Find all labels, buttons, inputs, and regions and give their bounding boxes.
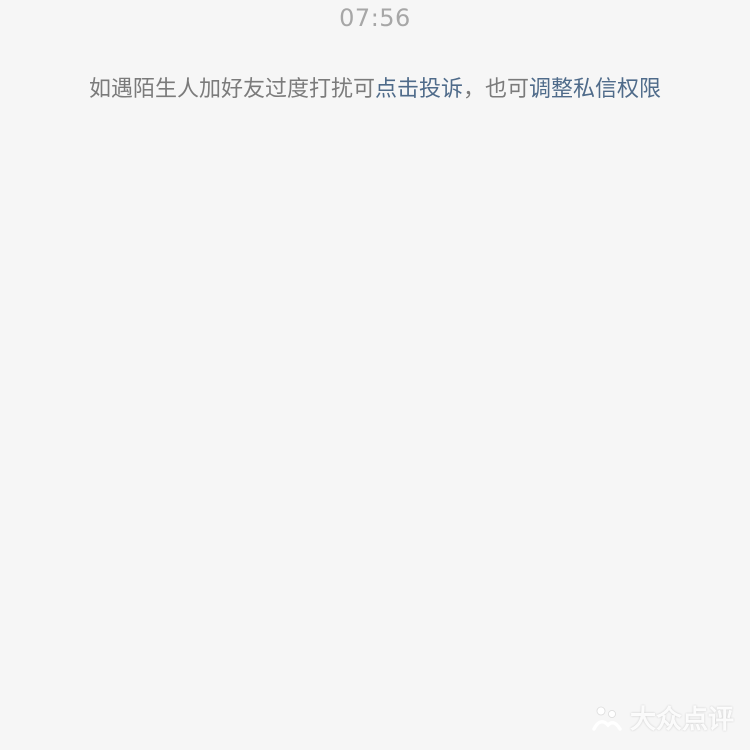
notice-prefix-text: 如遇陌生人加好友过度打扰可 [88,77,375,102]
message-timestamp: 07:56 [339,4,411,32]
notice-middle-text: ，也可 [463,77,530,102]
watermark: 大众点评 [590,699,734,736]
dianping-logo-icon [590,703,624,733]
report-link[interactable]: 点击投诉 [375,77,463,102]
adjust-privacy-link[interactable]: 调整私信权限 [529,77,661,102]
watermark-text: 大众点评 [629,705,734,735]
chat-screen: 07:56 如遇陌生人加好友过度打扰可点击投诉，也可调整私信权限 大众点评 [0,0,750,750]
stranger-notice: 如遇陌生人加好友过度打扰可点击投诉，也可调整私信权限 [0,71,750,103]
